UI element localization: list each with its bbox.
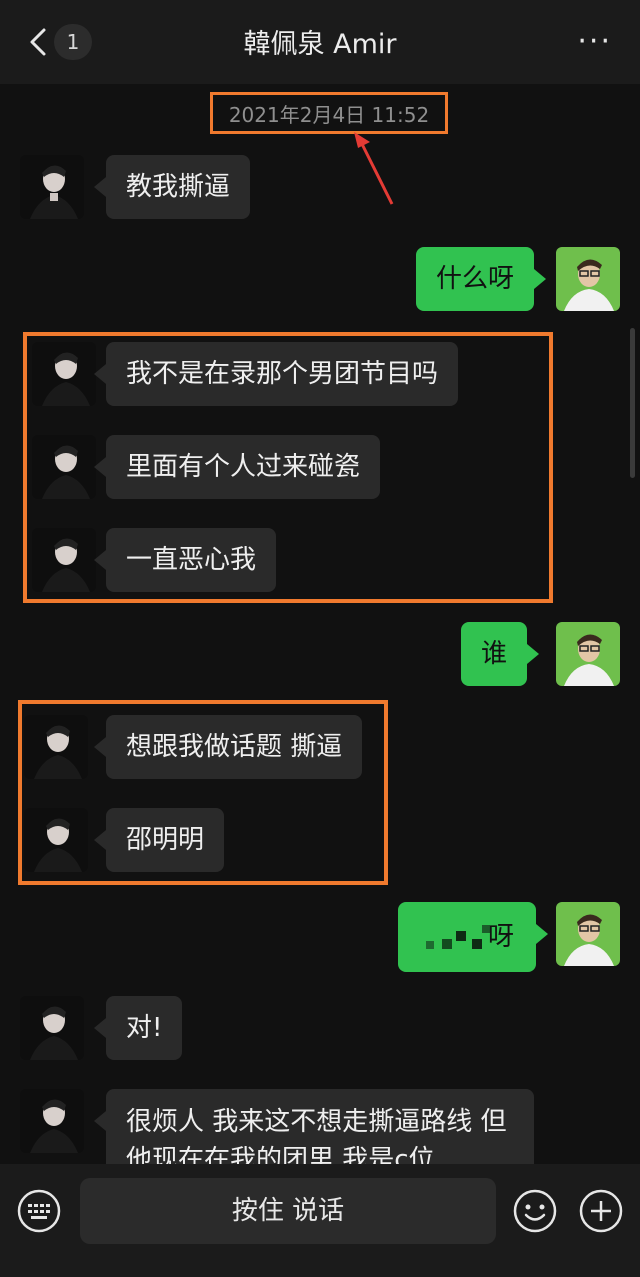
contact-avatar[interactable] bbox=[32, 435, 96, 499]
keyboard-icon bbox=[17, 1189, 61, 1233]
contact-avatar[interactable] bbox=[20, 155, 84, 219]
message-bubble[interactable]: 邵明明 bbox=[93, 808, 225, 872]
contact-avatar-image bbox=[32, 435, 96, 499]
contact-avatar[interactable] bbox=[24, 808, 88, 872]
keyboard-toggle-button[interactable] bbox=[16, 1188, 62, 1234]
message-text: 呀 bbox=[487, 922, 514, 952]
message-timestamp: 2021年2月4日 11:52 bbox=[210, 92, 448, 134]
contact-avatar-image bbox=[20, 155, 84, 219]
message-bubble-censored[interactable]: 呀 bbox=[398, 902, 548, 972]
my-avatar-image bbox=[556, 902, 620, 966]
message-bubble[interactable]: 教我撕逼 bbox=[93, 155, 251, 219]
contact-avatar-image bbox=[24, 715, 88, 779]
chat-header: 1 韓佩泉 Amir ··· bbox=[0, 0, 640, 84]
emoji-icon bbox=[513, 1189, 557, 1233]
emoji-button[interactable] bbox=[512, 1188, 558, 1234]
contact-avatar-image bbox=[32, 528, 96, 592]
plus-icon bbox=[579, 1189, 623, 1233]
message-bubble[interactable]: 想跟我做话题 撕逼 bbox=[93, 715, 363, 779]
hold-to-talk-button[interactable]: 按住 说话 bbox=[80, 1178, 496, 1244]
my-avatar[interactable] bbox=[556, 247, 620, 311]
message-bubble[interactable]: 什么呀 bbox=[416, 247, 547, 311]
contact-avatar-image bbox=[20, 996, 84, 1060]
my-avatar[interactable] bbox=[556, 622, 620, 686]
my-avatar[interactable] bbox=[556, 902, 620, 966]
chat-title: 韓佩泉 Amir bbox=[243, 29, 397, 60]
contact-avatar[interactable] bbox=[24, 715, 88, 779]
more-icon[interactable]: ··· bbox=[577, 27, 612, 57]
message-bubble[interactable]: 里面有个人过来碰瓷 bbox=[93, 435, 381, 499]
contact-avatar-image bbox=[32, 342, 96, 406]
more-actions-button[interactable] bbox=[578, 1188, 624, 1234]
my-avatar-image bbox=[556, 622, 620, 686]
message-bubble[interactable]: 对! bbox=[93, 996, 183, 1060]
input-bar: 按住 说话 bbox=[0, 1164, 640, 1277]
message-bubble[interactable]: 我不是在录那个男团节目吗 bbox=[93, 342, 459, 406]
annotation-arrow bbox=[354, 132, 394, 205]
message-bubble[interactable]: 一直恶心我 bbox=[93, 528, 277, 592]
contact-avatar[interactable] bbox=[32, 342, 96, 406]
contact-avatar-image bbox=[20, 1089, 84, 1153]
scrollbar[interactable] bbox=[630, 328, 635, 478]
contact-avatar[interactable] bbox=[20, 1089, 84, 1153]
contact-avatar[interactable] bbox=[20, 996, 84, 1060]
my-avatar-image bbox=[556, 247, 620, 311]
contact-avatar[interactable] bbox=[32, 528, 96, 592]
contact-avatar-image bbox=[24, 808, 88, 872]
message-bubble[interactable]: 谁 bbox=[461, 622, 540, 686]
